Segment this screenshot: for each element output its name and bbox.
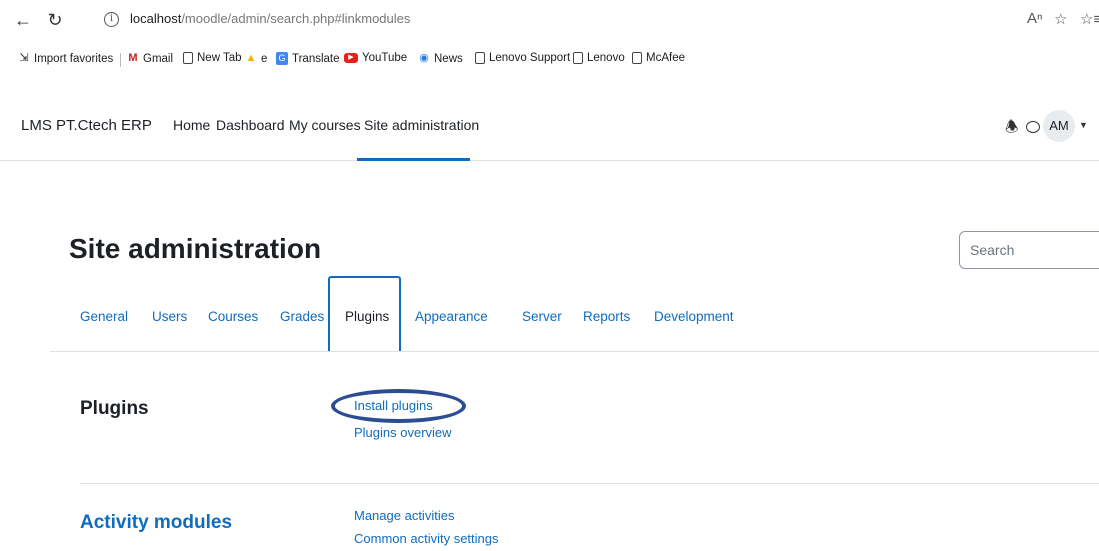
bookmark-youtube[interactable]: ▶ YouTube [344,52,407,64]
bookmark-label: News [434,52,463,65]
nav-site-administration[interactable]: Site administration [364,117,479,133]
tab-appearance[interactable]: Appearance [415,309,488,324]
chevron-down-icon[interactable]: ▼ [1079,120,1088,130]
section-heading-plugins: Plugins [80,398,149,419]
drive-icon: ▲ [245,52,257,64]
bookmark-label: Import favorites [34,52,114,65]
url-host: localhost [130,11,182,26]
nav-dashboard[interactable]: Dashboard [216,117,285,133]
translate-icon: G [276,52,288,65]
bookmarks-divider [120,53,121,67]
bookmark-mcafee[interactable]: McAfee [632,52,685,64]
bookmark-label: Gmail [143,52,174,65]
messages-icon[interactable] [1026,121,1040,133]
bookmark-translate[interactable]: G Translate [276,52,340,65]
site-navbar: LMS PT.Ctech ERP Home Dashboard My cours… [0,77,1099,161]
page-icon [573,52,583,64]
highlight-annotation-ellipse [331,389,466,423]
page-icon [183,52,193,64]
bookmark-lenovo-support[interactable]: Lenovo Support [475,52,570,64]
favorites-icon[interactable]: ☆≡ [1080,10,1099,28]
bookmark-label: e [261,52,268,65]
tab-general[interactable]: General [80,309,128,324]
import-icon: ⇲ [19,52,29,64]
bookmark-label: YouTube [362,52,408,64]
bookmark-label: McAfee [646,52,685,64]
bookmark-import-favorites[interactable]: ⇲ Import favorites [18,52,113,65]
link-plugins-overview[interactable]: Plugins overview [354,425,452,440]
tab-reports[interactable]: Reports [583,309,630,324]
bookmark-e[interactable]: ▲ e [245,52,268,65]
tab-users[interactable]: Users [152,309,187,324]
section-divider [80,483,1099,484]
tab-server[interactable]: Server [522,309,562,324]
bookmark-label: New Tab [197,52,242,64]
address-bar[interactable]: localhost/moodle/admin/search.php#linkmo… [130,11,410,26]
admin-search-input[interactable] [959,231,1099,269]
bookmark-label: Translate [292,52,340,65]
bookmark-gmail[interactable]: M Gmail [127,52,173,65]
bookmark-label: Lenovo [587,52,625,64]
youtube-icon: ▶ [344,53,358,63]
bookmarks-bar: ⇲ Import favorites M Gmail New Tab ▲ e G Tra… [0,43,1099,77]
tab-development[interactable]: Development [654,309,734,324]
bookmark-news[interactable]: ◉ News [418,52,463,65]
tab-grades[interactable]: Grades [280,309,324,324]
link-common-activity-settings[interactable]: Common activity settings [354,531,499,546]
notification-bell-icon[interactable]: 🕭︎ [1005,117,1018,142]
nav-my-courses[interactable]: My courses [289,117,361,133]
nav-home[interactable]: Home [173,117,210,133]
tabs-divider [50,351,1099,352]
user-avatar[interactable]: AM [1043,110,1075,142]
gmail-icon: M [128,52,138,64]
bookmark-label: Lenovo Support [489,52,571,64]
url-path: /moodle/admin/search.php#linkmodules [181,11,411,26]
tab-courses[interactable]: Courses [208,309,258,324]
browser-toolbar: ← ↻ i localhost/moodle/admin/search.php#… [0,0,1099,43]
page-title: Site administration [69,233,322,264]
page-icon [632,52,642,64]
link-manage-activities[interactable]: Manage activities [354,508,454,523]
news-icon: ◉ [419,52,429,64]
site-brand[interactable]: LMS PT.Ctech ERP [21,117,152,134]
read-aloud-icon[interactable]: Aⁿ [1027,10,1042,27]
back-arrow-icon[interactable]: ← [12,9,34,31]
reload-icon[interactable]: ↻ [44,9,66,31]
active-nav-indicator [357,158,470,161]
tab-plugins[interactable]: Plugins [345,309,389,324]
bookmark-new-tab[interactable]: New Tab [183,52,242,64]
section-heading-activity-modules[interactable]: Activity modules [80,512,232,534]
info-icon[interactable]: i [104,12,119,27]
add-favorite-icon[interactable]: ☆ [1054,10,1067,28]
bookmark-lenovo[interactable]: Lenovo [573,52,625,64]
page-icon [475,52,485,64]
